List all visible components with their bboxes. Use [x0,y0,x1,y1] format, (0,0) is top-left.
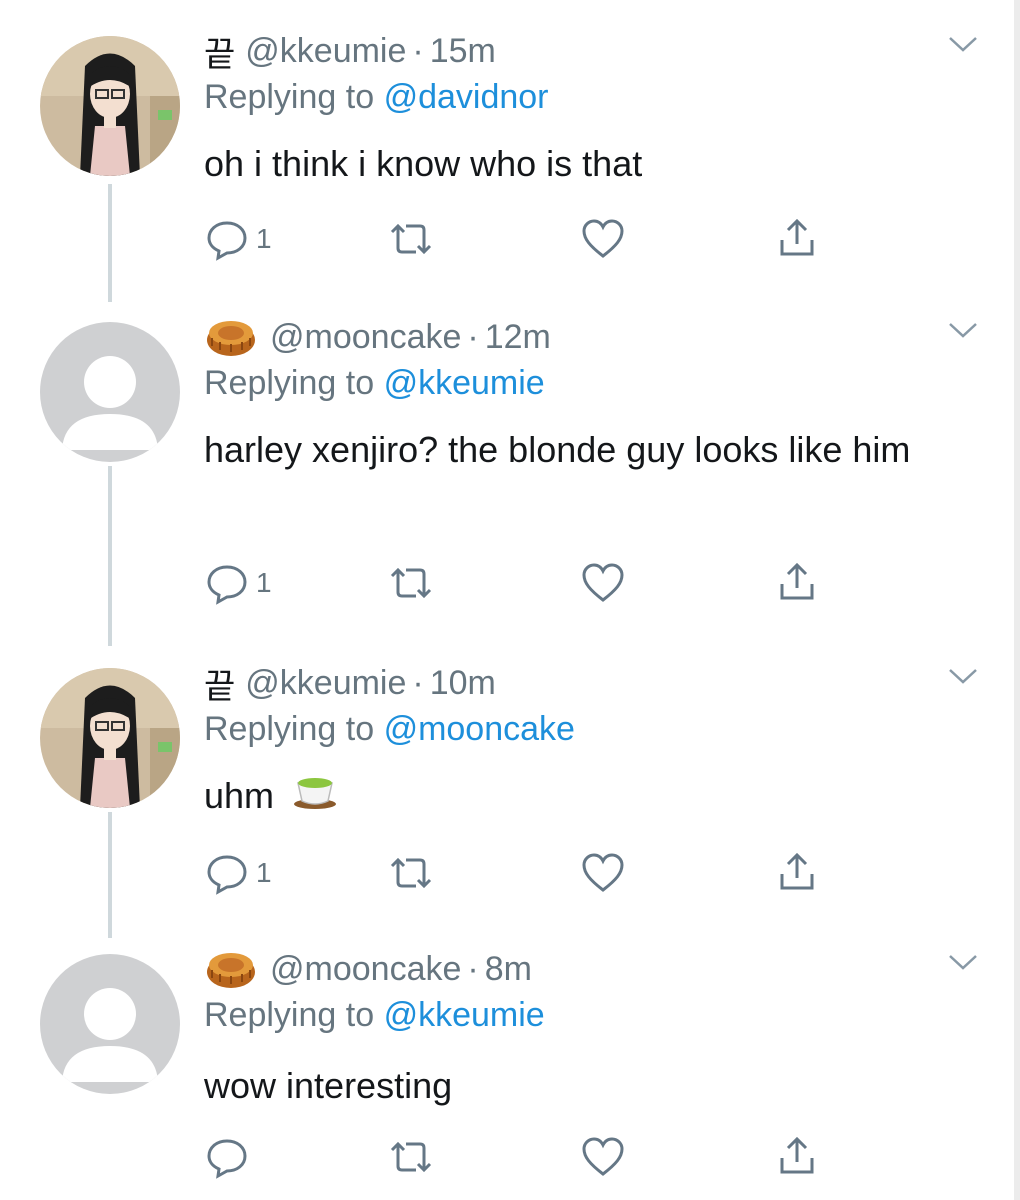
share-icon [780,852,814,890]
handle[interactable]: @kkeumie [245,32,406,71]
tweet-text: uhm [204,775,275,816]
chevron-down-icon[interactable] [946,946,980,980]
handle[interactable]: @kkeumie [245,664,406,703]
separator: · [467,949,479,988]
share-button[interactable] [774,560,820,606]
tea-emoji-icon [292,771,338,825]
reply-count: 1 [256,567,272,598]
tweet[interactable]: @mooncake · 12m Replying to @kkeumie har… [0,312,1000,612]
reply-button[interactable] [204,1134,256,1180]
separator: · [412,663,424,702]
reply-button[interactable]: 1 [204,850,272,896]
display-name[interactable]: 끝 [204,27,235,76]
anime-girl-avatar-icon [40,668,180,808]
timestamp[interactable]: 15m [430,32,496,71]
reply-count: 1 [256,857,272,888]
display-name[interactable]: 끝 [204,659,235,708]
mention-link[interactable]: @kkeumie [384,364,545,402]
replying-label: Replying to [204,364,375,402]
share-icon [780,1136,814,1174]
tweet-header: 끝 @kkeumie · 10m [204,658,496,708]
timestamp[interactable]: 12m [485,318,551,357]
mention-link[interactable]: @mooncake [384,710,575,748]
tweet-actions: 1 [204,216,844,262]
retweet-button[interactable] [386,850,436,896]
replying-to: Replying to @kkeumie [204,364,545,403]
tweet-header: 끝 @kkeumie · 15m [204,26,496,76]
like-button[interactable] [580,850,626,896]
reply-icon [207,855,247,895]
avatar[interactable] [40,322,180,462]
retweet-icon [390,567,432,599]
reply-count: 1 [256,223,272,254]
retweet-button[interactable] [386,560,436,606]
mention-link[interactable]: @davidnor [384,78,549,116]
avatar[interactable] [40,36,180,176]
tweet-actions: 1 [204,560,844,606]
chevron-down-icon[interactable] [946,314,980,348]
default-avatar-icon [40,322,180,462]
tweet[interactable]: 끝 @kkeumie · 10m Replying to @mooncake u… [0,658,1000,908]
tweet[interactable]: 끝 @kkeumie · 15m Replying to @davidnor o… [0,26,1000,276]
tweet-text: wow interesting [204,1065,453,1106]
timestamp[interactable]: 8m [485,950,532,989]
reply-icon [207,565,247,605]
default-avatar-icon [40,954,180,1094]
timestamp[interactable]: 10m [430,664,496,703]
replying-to: Replying to @kkeumie [204,996,545,1035]
retweet-button[interactable] [386,216,436,262]
share-button[interactable] [774,850,820,896]
like-icon [582,853,624,892]
like-button[interactable] [580,1134,626,1180]
reply-button[interactable]: 1 [204,560,272,606]
share-icon [780,562,814,600]
retweet-icon [390,1141,432,1173]
handle[interactable]: @mooncake [270,318,461,357]
tweet-actions [204,1134,844,1180]
retweet-icon [390,857,432,889]
tweet-text: harley xenjiro? the blonde guy looks lik… [204,429,911,470]
retweet-button[interactable] [386,1134,436,1180]
share-button[interactable] [774,1134,820,1180]
share-button[interactable] [774,216,820,262]
replying-label: Replying to [204,996,375,1034]
chevron-down-icon[interactable] [946,28,980,62]
tweet-text-container: uhm [204,770,964,825]
scrollbar-edge [1014,0,1020,1200]
like-icon [582,1137,624,1176]
tweet-header: @mooncake · 12m [204,312,551,362]
like-icon [582,563,624,602]
replying-to: Replying to @davidnor [204,78,549,117]
separator: · [467,317,479,356]
reply-icon [207,1139,247,1179]
reply-button[interactable]: 1 [204,216,272,262]
retweet-icon [390,223,432,255]
anime-girl-avatar-icon [40,36,180,176]
tweet-actions: 1 [204,850,844,896]
tweet[interactable]: @mooncake · 8m Replying to @kkeumie wow … [0,944,1000,1194]
like-button[interactable] [580,560,626,606]
avatar[interactable] [40,668,180,808]
mooncake-emoji-icon [204,948,258,990]
separator: · [412,31,424,70]
tweet-text: oh i think i know who is that [204,143,643,184]
like-icon [582,219,624,258]
mooncake-emoji-icon [204,316,258,358]
replying-to: Replying to @mooncake [204,710,575,749]
chevron-down-icon[interactable] [946,660,980,694]
share-icon [780,218,814,256]
tweet-header: @mooncake · 8m [204,944,532,994]
like-button[interactable] [580,216,626,262]
reply-icon [207,221,247,261]
replying-label: Replying to [204,710,375,748]
mention-link[interactable]: @kkeumie [384,996,545,1034]
avatar[interactable] [40,954,180,1094]
replying-label: Replying to [204,78,375,116]
handle[interactable]: @mooncake [270,950,461,989]
reply-thread: 끝 @kkeumie · 15m Replying to @davidnor o… [0,0,1014,1200]
